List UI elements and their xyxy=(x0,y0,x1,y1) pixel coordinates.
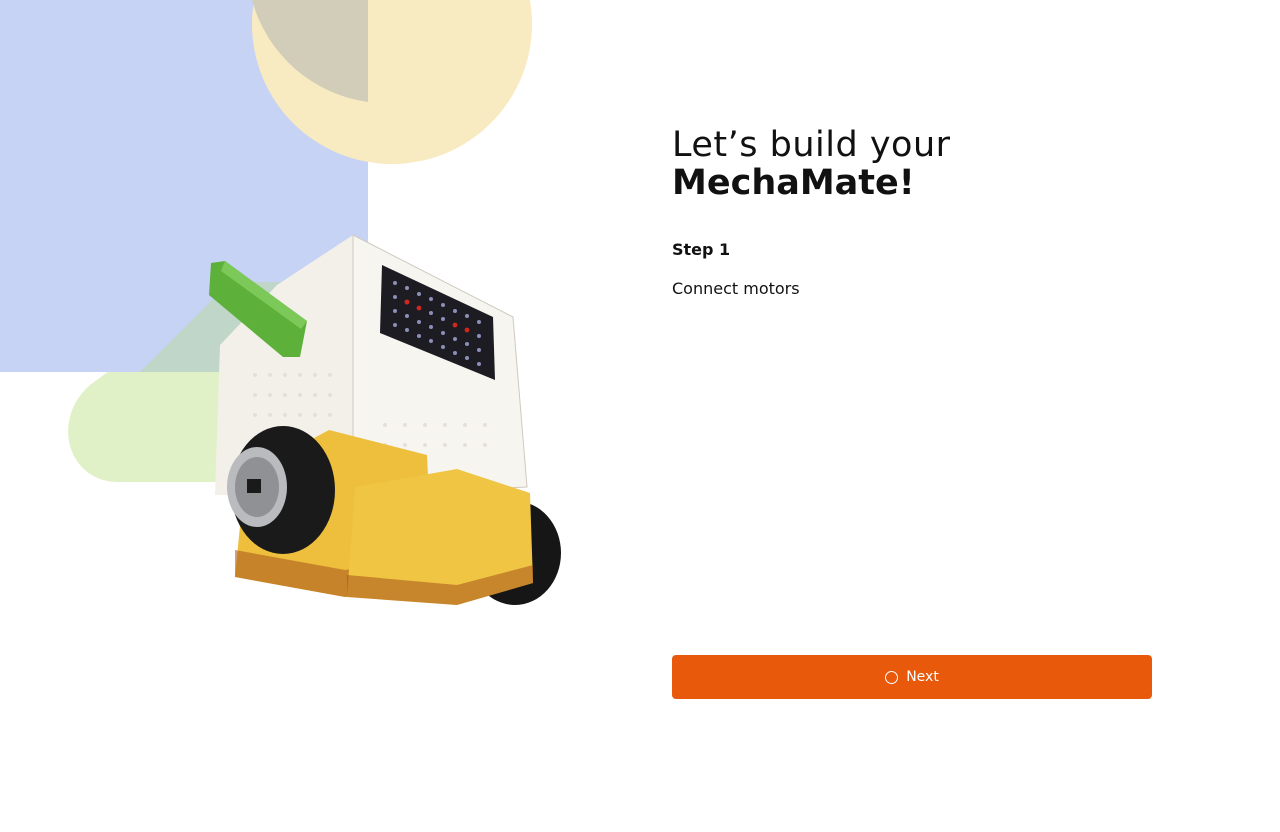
next-button-label: Next xyxy=(906,669,939,685)
page-title: Let’s build your xyxy=(672,125,951,165)
next-button[interactable]: Next xyxy=(672,655,1152,699)
product-name: MechaMate! xyxy=(672,163,915,203)
robot-illustration xyxy=(209,234,561,605)
page: Let’s build your MechaMate! Step 1 Conne… xyxy=(0,0,1280,832)
spinner-icon xyxy=(885,670,899,684)
onboarding-content: Let’s build your MechaMate! Step 1 Conne… xyxy=(672,126,1152,298)
front-wheel-axle xyxy=(247,479,261,493)
step-label: Step 1 xyxy=(672,240,731,259)
step-description: Connect motors xyxy=(672,279,800,298)
